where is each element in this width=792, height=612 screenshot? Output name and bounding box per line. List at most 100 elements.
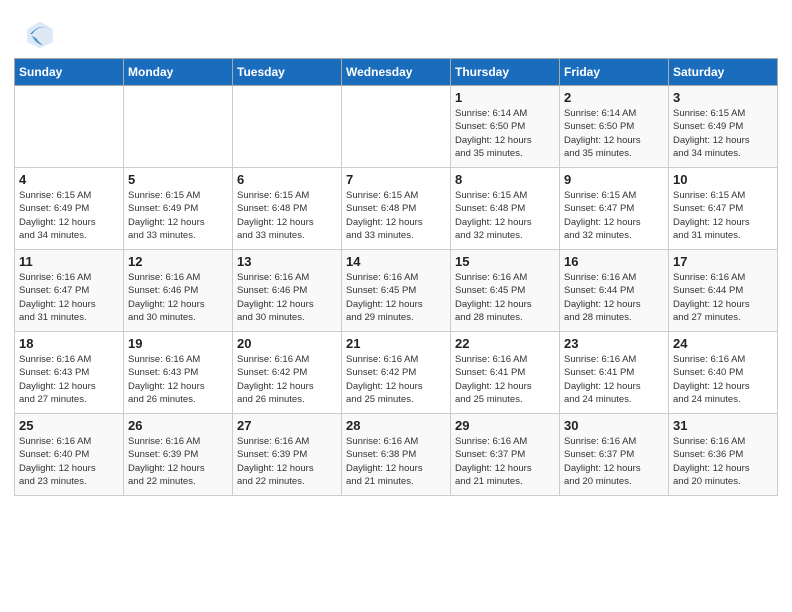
day-info: Sunrise: 6:15 AM Sunset: 6:47 PM Dayligh… (564, 189, 664, 242)
day-number: 30 (564, 418, 664, 433)
calendar: SundayMondayTuesdayWednesdayThursdayFrid… (0, 58, 792, 506)
day-info: Sunrise: 6:16 AM Sunset: 6:47 PM Dayligh… (19, 271, 119, 324)
calendar-cell: 4 Sunrise: 6:15 AM Sunset: 6:49 PM Daylig… (15, 168, 124, 250)
day-info: Sunrise: 6:16 AM Sunset: 6:46 PM Dayligh… (237, 271, 337, 324)
day-info: Sunrise: 6:15 AM Sunset: 6:48 PM Dayligh… (346, 189, 446, 242)
header-day-saturday: Saturday (669, 59, 778, 86)
day-info: Sunrise: 6:16 AM Sunset: 6:36 PM Dayligh… (673, 435, 773, 488)
calendar-cell: 14 Sunrise: 6:16 AM Sunset: 6:45 PM Dayli… (342, 250, 451, 332)
day-info: Sunrise: 6:16 AM Sunset: 6:41 PM Dayligh… (564, 353, 664, 406)
day-number: 23 (564, 336, 664, 351)
calendar-cell: 26Sunrise: 6:16 AM Sunset: 6:39 PM Dayli… (124, 414, 233, 496)
day-number: 24 (673, 336, 773, 351)
calendar-cell: 27Sunrise: 6:16 AM Sunset: 6:39 PM Dayli… (233, 414, 342, 496)
header-row: SundayMondayTuesdayWednesdayThursdayFrid… (15, 59, 778, 86)
day-info: Sunrise: 6:16 AM Sunset: 6:37 PM Dayligh… (564, 435, 664, 488)
calendar-cell: 21 Sunrise: 6:16 AM Sunset: 6:42 PM Dayli… (342, 332, 451, 414)
calendar-cell: 22 Sunrise: 6:16 AM Sunset: 6:41 PM Dayli… (451, 332, 560, 414)
calendar-cell: 19 Sunrise: 6:16 AM Sunset: 6:43 PM Dayli… (124, 332, 233, 414)
day-info: Sunrise: 6:14 AM Sunset: 6:50 PM Dayligh… (564, 107, 664, 160)
day-number: 5 (128, 172, 228, 187)
day-number: 12 (128, 254, 228, 269)
day-info: Sunrise: 6:16 AM Sunset: 6:43 PM Dayligh… (19, 353, 119, 406)
calendar-cell: 6Sunrise: 6:15 AM Sunset: 6:48 PM Daylig… (233, 168, 342, 250)
day-number: 8 (455, 172, 555, 187)
calendar-cell: 24 Sunrise: 6:16 AM Sunset: 6:40 PM Dayli… (669, 332, 778, 414)
calendar-table: SundayMondayTuesdayWednesdayThursdayFrid… (14, 58, 778, 496)
calendar-cell (15, 86, 124, 168)
calendar-cell: 18Sunrise: 6:16 AM Sunset: 6:43 PM Dayli… (15, 332, 124, 414)
day-info: Sunrise: 6:16 AM Sunset: 6:37 PM Dayligh… (455, 435, 555, 488)
calendar-cell: 23 Sunrise: 6:16 AM Sunset: 6:41 PM Dayli… (560, 332, 669, 414)
calendar-cell: 16 Sunrise: 6:16 AM Sunset: 6:44 PM Dayli… (560, 250, 669, 332)
calendar-cell: 12Sunrise: 6:16 AM Sunset: 6:46 PM Dayli… (124, 250, 233, 332)
calendar-cell: 28 Sunrise: 6:16 AM Sunset: 6:38 PM Dayli… (342, 414, 451, 496)
calendar-cell: 17 Sunrise: 6:16 AM Sunset: 6:44 PM Dayli… (669, 250, 778, 332)
calendar-body: 1 Sunrise: 6:14 AM Sunset: 6:50 PM Daylig… (15, 86, 778, 496)
day-number: 13 (237, 254, 337, 269)
calendar-cell: 2Sunrise: 6:14 AM Sunset: 6:50 PM Daylig… (560, 86, 669, 168)
day-number: 15 (455, 254, 555, 269)
header-day-tuesday: Tuesday (233, 59, 342, 86)
day-info: Sunrise: 6:16 AM Sunset: 6:40 PM Dayligh… (19, 435, 119, 488)
calendar-cell: 25Sunrise: 6:16 AM Sunset: 6:40 PM Dayli… (15, 414, 124, 496)
day-info: Sunrise: 6:15 AM Sunset: 6:49 PM Dayligh… (128, 189, 228, 242)
day-info: Sunrise: 6:16 AM Sunset: 6:42 PM Dayligh… (346, 353, 446, 406)
calendar-week-1: 1 Sunrise: 6:14 AM Sunset: 6:50 PM Daylig… (15, 86, 778, 168)
day-number: 20 (237, 336, 337, 351)
calendar-cell: 8 Sunrise: 6:15 AM Sunset: 6:48 PM Daylig… (451, 168, 560, 250)
day-info: Sunrise: 6:14 AM Sunset: 6:50 PM Dayligh… (455, 107, 555, 160)
day-info: Sunrise: 6:15 AM Sunset: 6:48 PM Dayligh… (455, 189, 555, 242)
calendar-cell (342, 86, 451, 168)
calendar-cell: 20Sunrise: 6:16 AM Sunset: 6:42 PM Dayli… (233, 332, 342, 414)
header-day-friday: Friday (560, 59, 669, 86)
calendar-week-3: 11 Sunrise: 6:16 AM Sunset: 6:47 PM Dayli… (15, 250, 778, 332)
calendar-cell: 31 Sunrise: 6:16 AM Sunset: 6:36 PM Dayli… (669, 414, 778, 496)
calendar-cell: 1 Sunrise: 6:14 AM Sunset: 6:50 PM Daylig… (451, 86, 560, 168)
day-info: Sunrise: 6:16 AM Sunset: 6:45 PM Dayligh… (346, 271, 446, 324)
calendar-header: SundayMondayTuesdayWednesdayThursdayFrid… (15, 59, 778, 86)
day-number: 29 (455, 418, 555, 433)
calendar-cell: 30 Sunrise: 6:16 AM Sunset: 6:37 PM Dayli… (560, 414, 669, 496)
day-number: 10 (673, 172, 773, 187)
page-header (0, 0, 792, 58)
day-info: Sunrise: 6:16 AM Sunset: 6:38 PM Dayligh… (346, 435, 446, 488)
calendar-cell: 11 Sunrise: 6:16 AM Sunset: 6:47 PM Dayli… (15, 250, 124, 332)
day-info: Sunrise: 6:15 AM Sunset: 6:47 PM Dayligh… (673, 189, 773, 242)
header-day-sunday: Sunday (15, 59, 124, 86)
calendar-cell: 10 Sunrise: 6:15 AM Sunset: 6:47 PM Dayli… (669, 168, 778, 250)
calendar-cell (233, 86, 342, 168)
day-number: 21 (346, 336, 446, 351)
day-number: 22 (455, 336, 555, 351)
day-number: 11 (19, 254, 119, 269)
day-number: 14 (346, 254, 446, 269)
day-info: Sunrise: 6:15 AM Sunset: 6:49 PM Dayligh… (19, 189, 119, 242)
day-info: Sunrise: 6:16 AM Sunset: 6:45 PM Dayligh… (455, 271, 555, 324)
day-number: 26 (128, 418, 228, 433)
logo (24, 18, 60, 50)
day-number: 7 (346, 172, 446, 187)
day-number: 31 (673, 418, 773, 433)
day-number: 9 (564, 172, 664, 187)
day-number: 19 (128, 336, 228, 351)
generalblue-logo-icon (24, 18, 56, 50)
day-number: 1 (455, 90, 555, 105)
day-number: 4 (19, 172, 119, 187)
calendar-week-2: 4 Sunrise: 6:15 AM Sunset: 6:49 PM Daylig… (15, 168, 778, 250)
calendar-cell (124, 86, 233, 168)
day-info: Sunrise: 6:16 AM Sunset: 6:43 PM Dayligh… (128, 353, 228, 406)
day-info: Sunrise: 6:16 AM Sunset: 6:44 PM Dayligh… (564, 271, 664, 324)
day-number: 16 (564, 254, 664, 269)
day-number: 28 (346, 418, 446, 433)
calendar-cell: 9 Sunrise: 6:15 AM Sunset: 6:47 PM Daylig… (560, 168, 669, 250)
calendar-cell: 5 Sunrise: 6:15 AM Sunset: 6:49 PM Daylig… (124, 168, 233, 250)
day-info: Sunrise: 6:16 AM Sunset: 6:41 PM Dayligh… (455, 353, 555, 406)
day-info: Sunrise: 6:16 AM Sunset: 6:44 PM Dayligh… (673, 271, 773, 324)
day-info: Sunrise: 6:16 AM Sunset: 6:39 PM Dayligh… (237, 435, 337, 488)
calendar-cell: 13 Sunrise: 6:16 AM Sunset: 6:46 PM Dayli… (233, 250, 342, 332)
calendar-week-5: 25Sunrise: 6:16 AM Sunset: 6:40 PM Dayli… (15, 414, 778, 496)
day-info: Sunrise: 6:16 AM Sunset: 6:40 PM Dayligh… (673, 353, 773, 406)
calendar-week-4: 18Sunrise: 6:16 AM Sunset: 6:43 PM Dayli… (15, 332, 778, 414)
calendar-cell: 3Sunrise: 6:15 AM Sunset: 6:49 PM Daylig… (669, 86, 778, 168)
day-number: 17 (673, 254, 773, 269)
